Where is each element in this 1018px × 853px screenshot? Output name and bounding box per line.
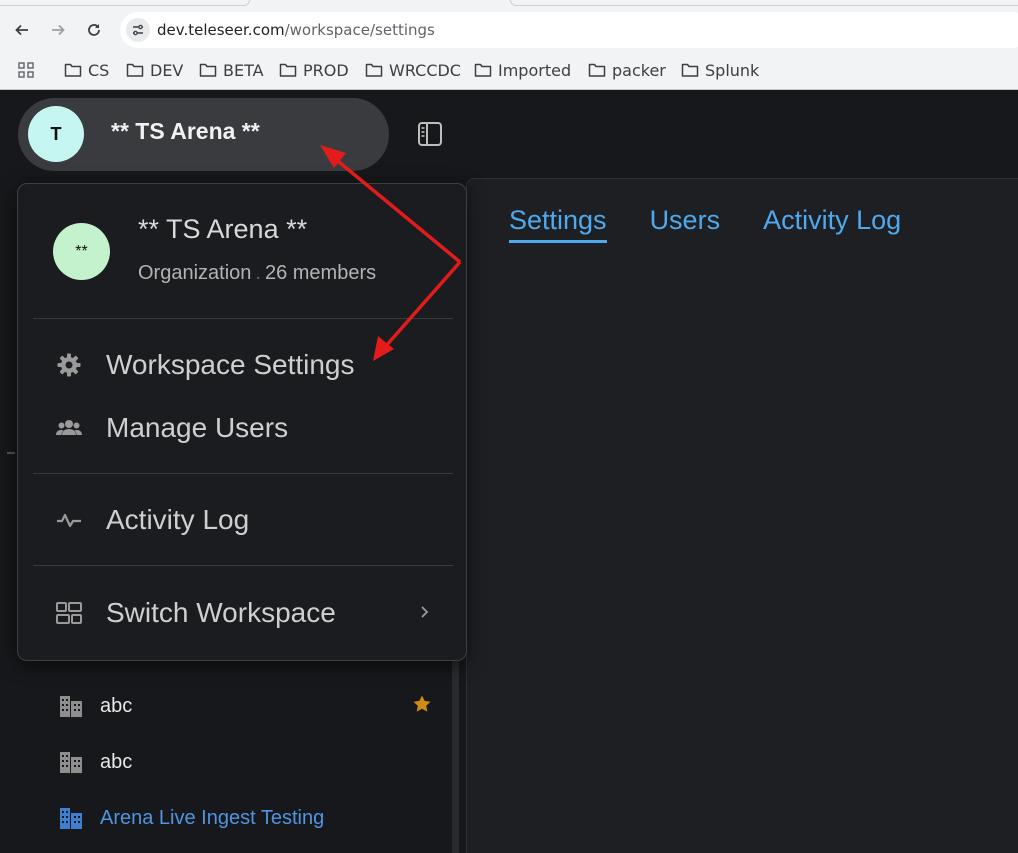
building-icon — [60, 696, 82, 717]
browser-chrome: dev.teleseer.com/workspace/settings CS DE… — [0, 0, 1018, 90]
folder-icon — [126, 63, 144, 77]
menu-workspace-title: ** TS Arena ** — [138, 214, 308, 244]
folder-icon — [588, 63, 606, 77]
sidebar-workspace-item-active[interactable]: Arena Live Ingest Testing — [58, 803, 324, 833]
menu-item-label: Workspace Settings — [106, 349, 355, 380]
chevron-right-icon — [421, 606, 429, 618]
bookmark-packer[interactable]: packer — [588, 59, 666, 81]
folder-icon — [64, 63, 82, 77]
building-icon — [60, 808, 82, 829]
folder-icon — [365, 63, 383, 77]
menu-item-label: Switch Workspace — [106, 597, 336, 628]
tab-activity-log[interactable]: Activity Log — [763, 205, 901, 243]
bookmarks-bar: CS DEV BETA PROD WRCCDC Imported packer Splunk — [0, 56, 1018, 84]
url-text[interactable]: dev.teleseer.com/workspace/settings — [157, 21, 435, 39]
building-icon — [60, 752, 82, 773]
menu-divider — [33, 318, 453, 319]
arrow-right-icon — [52, 24, 65, 36]
workspace-avatar: T — [28, 106, 84, 162]
forward-button[interactable] — [46, 18, 70, 42]
menu-item-workspace-settings[interactable]: Workspace Settings — [54, 348, 355, 382]
users-icon — [54, 413, 84, 443]
sidebar-workspace-item[interactable]: abc — [58, 691, 132, 721]
bookmark-wrccdc[interactable]: WRCCDC — [365, 59, 461, 81]
menu-avatar: ** — [53, 223, 110, 280]
workspace-menu: ** ** TS Arena ** Organization. 26 member… — [17, 183, 467, 661]
workspace-item-label: abc — [100, 750, 133, 773]
bookmark-label: DEV — [150, 60, 184, 80]
reload-button[interactable] — [82, 18, 106, 42]
activity-icon — [54, 505, 84, 535]
url-host: dev.teleseer.com — [157, 21, 285, 39]
star-icon[interactable] — [412, 694, 432, 714]
bookmark-label: PROD — [303, 60, 349, 80]
bookmark-splunk[interactable]: Splunk — [681, 59, 759, 81]
bookmark-beta[interactable]: BETA — [199, 59, 264, 81]
member-count: 26 members — [264, 262, 377, 284]
tab-settings[interactable]: Settings — [509, 205, 607, 243]
settings-tabs: Settings Users Activity Log — [509, 205, 901, 243]
apps-grid-icon[interactable] — [18, 62, 34, 78]
workspace-type: Organization — [138, 262, 252, 284]
workspace-name: ** TS Arena ** — [111, 118, 260, 144]
bookmark-label: packer — [612, 60, 666, 80]
reload-icon — [88, 24, 100, 36]
address-bar[interactable]: dev.teleseer.com/workspace/settings — [120, 12, 1018, 48]
menu-divider — [33, 565, 453, 566]
bookmark-label: Imported — [498, 60, 572, 80]
menu-item-label: Manage Users — [106, 412, 289, 443]
bookmark-dev[interactable]: DEV — [126, 59, 183, 81]
arrow-left-icon — [15, 24, 28, 36]
tab-users[interactable]: Users — [650, 205, 721, 243]
bookmark-label: BETA — [223, 60, 264, 80]
browser-tab-right[interactable] — [510, 0, 1018, 6]
browser-tab-left[interactable] — [0, 0, 250, 6]
folder-icon — [279, 63, 297, 77]
menu-workspace-meta: Organization. 26 members — [138, 262, 376, 285]
menu-item-label: Activity Log — [106, 504, 250, 535]
sidebar-scrollbar[interactable] — [452, 650, 459, 853]
site-info-icon[interactable] — [126, 18, 150, 42]
folder-icon — [199, 63, 217, 77]
sidebar-collapse-stub — [7, 452, 15, 454]
settings-panel: Settings Users Activity Log — [466, 178, 1018, 853]
workspaces-icon — [54, 598, 84, 628]
folder-icon — [474, 63, 492, 77]
bookmark-prod[interactable]: PROD — [279, 59, 349, 81]
bookmark-label: Splunk — [705, 60, 760, 80]
bookmark-label: WRCCDC — [389, 60, 461, 80]
workspace-switcher-button[interactable]: T ** TS Arena ** — [18, 98, 389, 171]
workspace-item-label: abc — [100, 694, 133, 717]
bookmark-label: CS — [88, 60, 110, 80]
menu-item-switch-workspace[interactable]: Switch Workspace — [54, 596, 336, 630]
back-button[interactable] — [10, 18, 34, 42]
workspace-item-label: Arena Live Ingest Testing — [100, 806, 325, 829]
menu-item-manage-users[interactable]: Manage Users — [54, 411, 288, 445]
url-path: /workspace/settings — [284, 21, 435, 39]
bookmark-imported[interactable]: Imported — [474, 59, 571, 81]
sidebar-toggle-icon[interactable] — [416, 120, 444, 148]
menu-divider — [33, 473, 453, 474]
meta-separator: . — [255, 262, 261, 284]
folder-icon — [681, 63, 699, 77]
bookmark-cs[interactable]: CS — [64, 59, 109, 81]
sidebar-workspace-item[interactable]: abc — [58, 747, 132, 777]
gear-icon — [54, 350, 84, 380]
menu-item-activity-log[interactable]: Activity Log — [54, 503, 249, 537]
tab-strip — [0, 0, 1018, 6]
